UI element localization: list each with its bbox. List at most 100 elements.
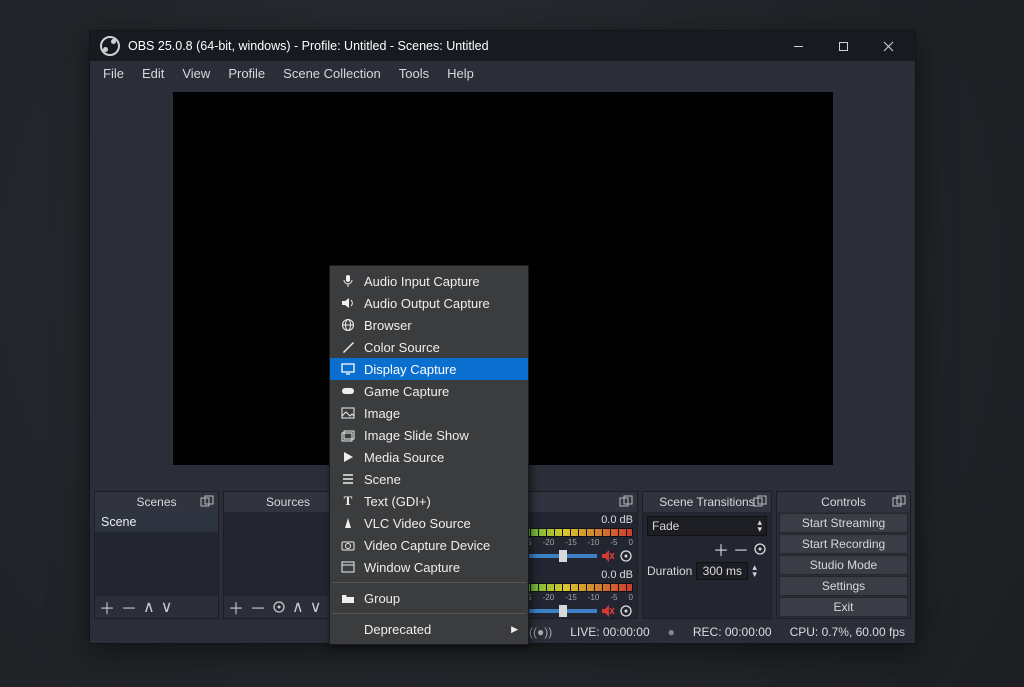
exit-button[interactable]: Exit <box>779 597 908 617</box>
menu-label: Group <box>364 591 400 606</box>
source-props-button[interactable] <box>272 600 286 614</box>
menu-image-slide-show[interactable]: Image Slide Show <box>330 424 528 446</box>
menu-help[interactable]: Help <box>438 63 483 84</box>
menu-vlc-video-source[interactable]: VLC Video Source <box>330 512 528 534</box>
monitor-icon <box>340 361 356 377</box>
remove-source-button[interactable]: － <box>250 595 266 619</box>
menu-label: Audio Input Capture <box>364 274 480 289</box>
obs-logo-icon <box>100 36 120 56</box>
mute-icon[interactable] <box>601 549 615 563</box>
scene-up-button[interactable]: ∧ <box>143 597 155 617</box>
gear-icon[interactable] <box>619 549 633 563</box>
status-live: LIVE: 00:00:00 <box>570 625 649 639</box>
camera-icon <box>340 537 356 553</box>
popout-icon[interactable] <box>200 495 214 509</box>
mute-icon[interactable] <box>601 604 615 618</box>
menu-color-source[interactable]: Color Source <box>330 336 528 358</box>
menu-edit[interactable]: Edit <box>133 63 173 84</box>
titlebar: OBS 25.0.8 (64-bit, windows) - Profile: … <box>90 31 915 61</box>
menu-window-capture[interactable]: Window Capture <box>330 556 528 578</box>
transitions-title: Scene Transitions <box>659 495 754 509</box>
start-recording-button[interactable]: Start Recording <box>779 534 908 554</box>
menu-file[interactable]: File <box>94 63 133 84</box>
add-transition-button[interactable]: ＋ <box>713 537 729 561</box>
folder-icon <box>340 590 356 606</box>
menu-label: Image Slide Show <box>364 428 469 443</box>
add-source-button[interactable]: ＋ <box>228 595 244 619</box>
duration-label: Duration <box>647 564 692 578</box>
menu-text-gdi[interactable]: TText (GDI+) <box>330 490 528 512</box>
transition-select[interactable]: Fade ▴▾ <box>647 516 767 536</box>
brush-icon <box>340 339 356 355</box>
menu-media-source[interactable]: Media Source <box>330 446 528 468</box>
menu-profile[interactable]: Profile <box>219 63 274 84</box>
duration-input[interactable] <box>696 562 748 580</box>
scene-down-button[interactable]: ∨ <box>161 597 173 617</box>
controls-panel: Controls Start Streaming Start Recording… <box>776 491 911 619</box>
gear-icon[interactable] <box>619 604 633 618</box>
menu-browser[interactable]: Browser <box>330 314 528 336</box>
cone-icon <box>340 515 356 531</box>
updown-icon[interactable]: ▴▾ <box>752 564 757 578</box>
transition-selected: Fade <box>652 519 679 533</box>
scenes-header: Scenes <box>95 492 218 512</box>
transition-settings-button[interactable] <box>753 542 767 556</box>
menu-group[interactable]: Group <box>330 587 528 609</box>
record-dot-icon: ● <box>668 625 675 639</box>
source-down-button[interactable]: ∨ <box>310 597 322 617</box>
minimize-button[interactable] <box>776 31 821 61</box>
menu-scene[interactable]: Scene <box>330 468 528 490</box>
menu-label: Media Source <box>364 450 444 465</box>
menu-separator <box>332 613 526 614</box>
menu-label: Display Capture <box>364 362 457 377</box>
menu-audio-input-capture[interactable]: Audio Input Capture <box>330 270 528 292</box>
start-streaming-button[interactable]: Start Streaming <box>779 513 908 533</box>
menu-label: Image <box>364 406 400 421</box>
gamepad-icon <box>340 383 356 399</box>
controls-header: Controls <box>777 492 910 512</box>
popout-icon[interactable] <box>892 495 906 509</box>
menu-label: Audio Output Capture <box>364 296 490 311</box>
menu-label: Browser <box>364 318 412 333</box>
menu-image[interactable]: Image <box>330 402 528 424</box>
slides-icon <box>340 427 356 443</box>
status-cpu: CPU: 0.7%, 60.00 fps <box>790 625 905 639</box>
menu-separator <box>332 582 526 583</box>
menu-audio-output-capture[interactable]: Audio Output Capture <box>330 292 528 314</box>
transitions-panel: Scene Transitions Fade ▴▾ ＋ － Duration <box>642 491 772 619</box>
list-icon <box>340 471 356 487</box>
menubar: File Edit View Profile Scene Collection … <box>90 61 915 86</box>
menu-display-capture[interactable]: Display Capture <box>330 358 528 380</box>
menu-label: VLC Video Source <box>364 516 471 531</box>
menu-game-capture[interactable]: Game Capture <box>330 380 528 402</box>
maximize-button[interactable] <box>821 31 866 61</box>
menu-label: Video Capture Device <box>364 538 490 553</box>
submenu-arrow-icon: ▶ <box>511 624 518 635</box>
scenes-toolbar: ＋ － ∧ ∨ <box>95 596 218 618</box>
play-icon <box>340 449 356 465</box>
settings-button[interactable]: Settings <box>779 576 908 596</box>
menu-deprecated[interactable]: Deprecated▶ <box>330 618 528 640</box>
globe-icon <box>340 317 356 333</box>
scene-item[interactable]: Scene <box>95 512 218 532</box>
updown-icon: ▴▾ <box>757 519 762 533</box>
transitions-header: Scene Transitions <box>643 492 771 512</box>
remove-scene-button[interactable]: － <box>121 595 137 619</box>
scenes-panel: Scenes Scene ＋ － ∧ ∨ <box>94 491 219 619</box>
mic-icon <box>340 273 356 289</box>
close-button[interactable] <box>866 31 911 61</box>
studio-mode-button[interactable]: Studio Mode <box>779 555 908 575</box>
popout-icon[interactable] <box>619 495 633 509</box>
text-icon: T <box>340 493 356 509</box>
remove-transition-button[interactable]: － <box>733 537 749 561</box>
menu-scene-collection[interactable]: Scene Collection <box>274 63 390 84</box>
menu-view[interactable]: View <box>173 63 219 84</box>
add-scene-button[interactable]: ＋ <box>99 595 115 619</box>
source-up-button[interactable]: ∧ <box>292 597 304 617</box>
sources-title: Sources <box>266 495 310 509</box>
menu-label: Window Capture <box>364 560 460 575</box>
menu-video-capture-device[interactable]: Video Capture Device <box>330 534 528 556</box>
popout-icon[interactable] <box>753 495 767 509</box>
menu-tools[interactable]: Tools <box>390 63 438 84</box>
menu-label: Color Source <box>364 340 440 355</box>
